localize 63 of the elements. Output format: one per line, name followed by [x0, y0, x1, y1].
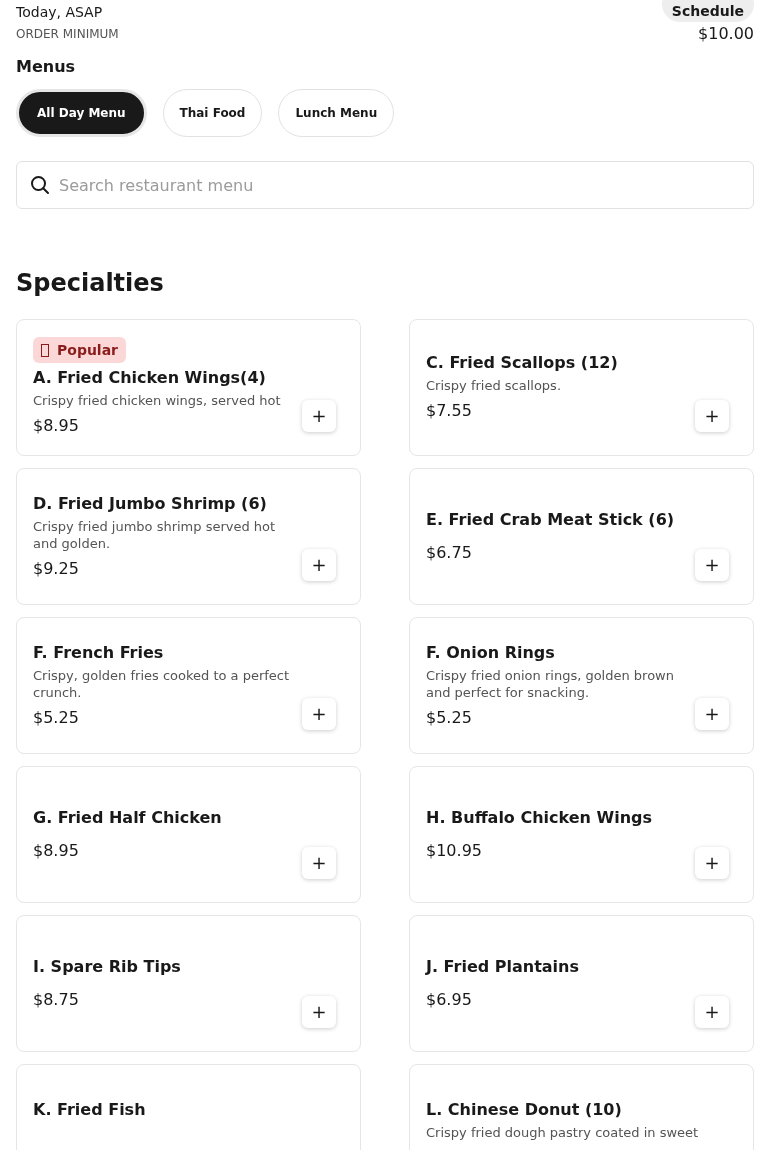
section-heading: Specialties — [16, 268, 165, 299]
menu-item-card[interactable]: H. Buffalo Chicken Wings $10.95 + — [409, 766, 754, 903]
search-field[interactable]: Search restaurant menu — [16, 161, 754, 209]
add-button[interactable]: + — [695, 996, 729, 1028]
menu-item-card[interactable]: G. Fried Half Chicken $8.95 + — [16, 766, 361, 903]
menu-item-card[interactable]: F. French Fries Crispy, golden fries cooked to a perfect crunch. $5.25 + — [16, 617, 361, 754]
item-name: F. Onion Rings — [426, 641, 556, 664]
delivery-time: Today, ASAP — [16, 3, 103, 21]
item-name: A. Fried Chicken Wings(4) — [33, 367, 267, 389]
item-description: Crispy fried scallops. — [426, 377, 563, 394]
menu-item-card[interactable]: C. Fried Scallops (12) Crispy fried scallops. $7.55 + — [409, 319, 754, 456]
item-price: $8.75 — [33, 988, 80, 1011]
item-description: Crispy fried jumbo shrimp served hot and golden. — [33, 517, 277, 552]
item-name: C. Fried Scallops (12) — [426, 352, 619, 374]
item-name: H. Buffalo Chicken Wings — [426, 806, 654, 829]
item-name: F. French Fries — [33, 641, 165, 664]
badge-label: Popular — [57, 341, 119, 360]
item-price: $8.95 — [33, 415, 80, 437]
item-name: K. Fried Fish — [33, 1099, 147, 1121]
item-price: $6.75 — [426, 541, 473, 564]
schedule-button[interactable]: Schedule — [661, 0, 754, 22]
item-name: D. Fried Jumbo Shrimp (6) — [33, 492, 268, 515]
menu-item-card[interactable]: K. Fried Fish — [16, 1064, 361, 1150]
menu-item-card[interactable]: F. Onion Rings Crispy fried onion rings, golden brown and perfect for snacking. $5.25 + — [409, 617, 754, 754]
add-button[interactable]: + — [695, 698, 729, 730]
badge-icon — [41, 343, 49, 357]
menus-heading: Menus — [16, 56, 77, 78]
add-button[interactable]: + — [695, 549, 729, 581]
item-price: $5.25 — [426, 706, 473, 729]
item-description: Crispy fried onion rings, golden brown and perfect for snacking. — [426, 666, 675, 701]
add-button[interactable]: + — [695, 847, 729, 879]
menu-tab[interactable]: Lunch Menu — [278, 89, 395, 137]
menu-tab[interactable]: All Day Menu — [16, 89, 147, 137]
item-name: J. Fried Plantains — [426, 955, 580, 978]
menu-item-card[interactable]: I. Spare Rib Tips $8.75 + — [16, 915, 361, 1052]
item-price: $9.25 — [33, 557, 80, 580]
order-minimum-value: $10.00 — [698, 23, 754, 45]
item-name: G. Fried Half Chicken — [33, 806, 223, 829]
item-price: $6.95 — [426, 988, 473, 1011]
item-description: Crispy fried dough pastry coated in sweet — [426, 1124, 700, 1141]
menu-item-card[interactable]: L. Chinese Donut (10) Crispy fried dough pastry coated in sweet — [409, 1064, 754, 1150]
menu-item-card[interactable]: Popular A. Fried Chicken Wings(4) Crispy fried chicken wings, served hot $8.95 + — [16, 319, 361, 456]
item-description: Crispy fried chicken wings, served hot — [33, 392, 282, 409]
search-icon — [30, 175, 50, 195]
item-price: $8.95 — [33, 839, 80, 862]
item-name: L. Chinese Donut (10) — [426, 1099, 623, 1121]
add-button[interactable]: + — [302, 996, 336, 1028]
add-button[interactable]: + — [302, 847, 336, 879]
item-name: E. Fried Crab Meat Stick (6) — [426, 508, 676, 531]
order-minimum-label: ORDER MINIMUM — [16, 26, 119, 42]
add-button[interactable]: + — [302, 698, 336, 730]
item-description: Crispy, golden fries cooked to a perfect crunch. — [33, 666, 291, 701]
item-price: $5.25 — [33, 706, 80, 729]
item-price: $7.55 — [426, 400, 473, 422]
add-button[interactable]: + — [302, 549, 336, 581]
menu-item-card[interactable]: E. Fried Crab Meat Stick (6) $6.75 + — [409, 468, 754, 605]
item-price: $10.95 — [426, 839, 483, 862]
menu-tab[interactable]: Thai Food — [162, 89, 263, 137]
menu-item-card[interactable]: D. Fried Jumbo Shrimp (6) Crispy fried jumbo shrimp served hot and golden. $9.25 + — [16, 468, 361, 605]
item-name: I. Spare Rib Tips — [33, 955, 182, 978]
add-button[interactable]: + — [695, 400, 729, 432]
add-button[interactable]: + — [302, 400, 336, 432]
menu-item-card[interactable]: J. Fried Plantains $6.95 + — [409, 915, 754, 1052]
